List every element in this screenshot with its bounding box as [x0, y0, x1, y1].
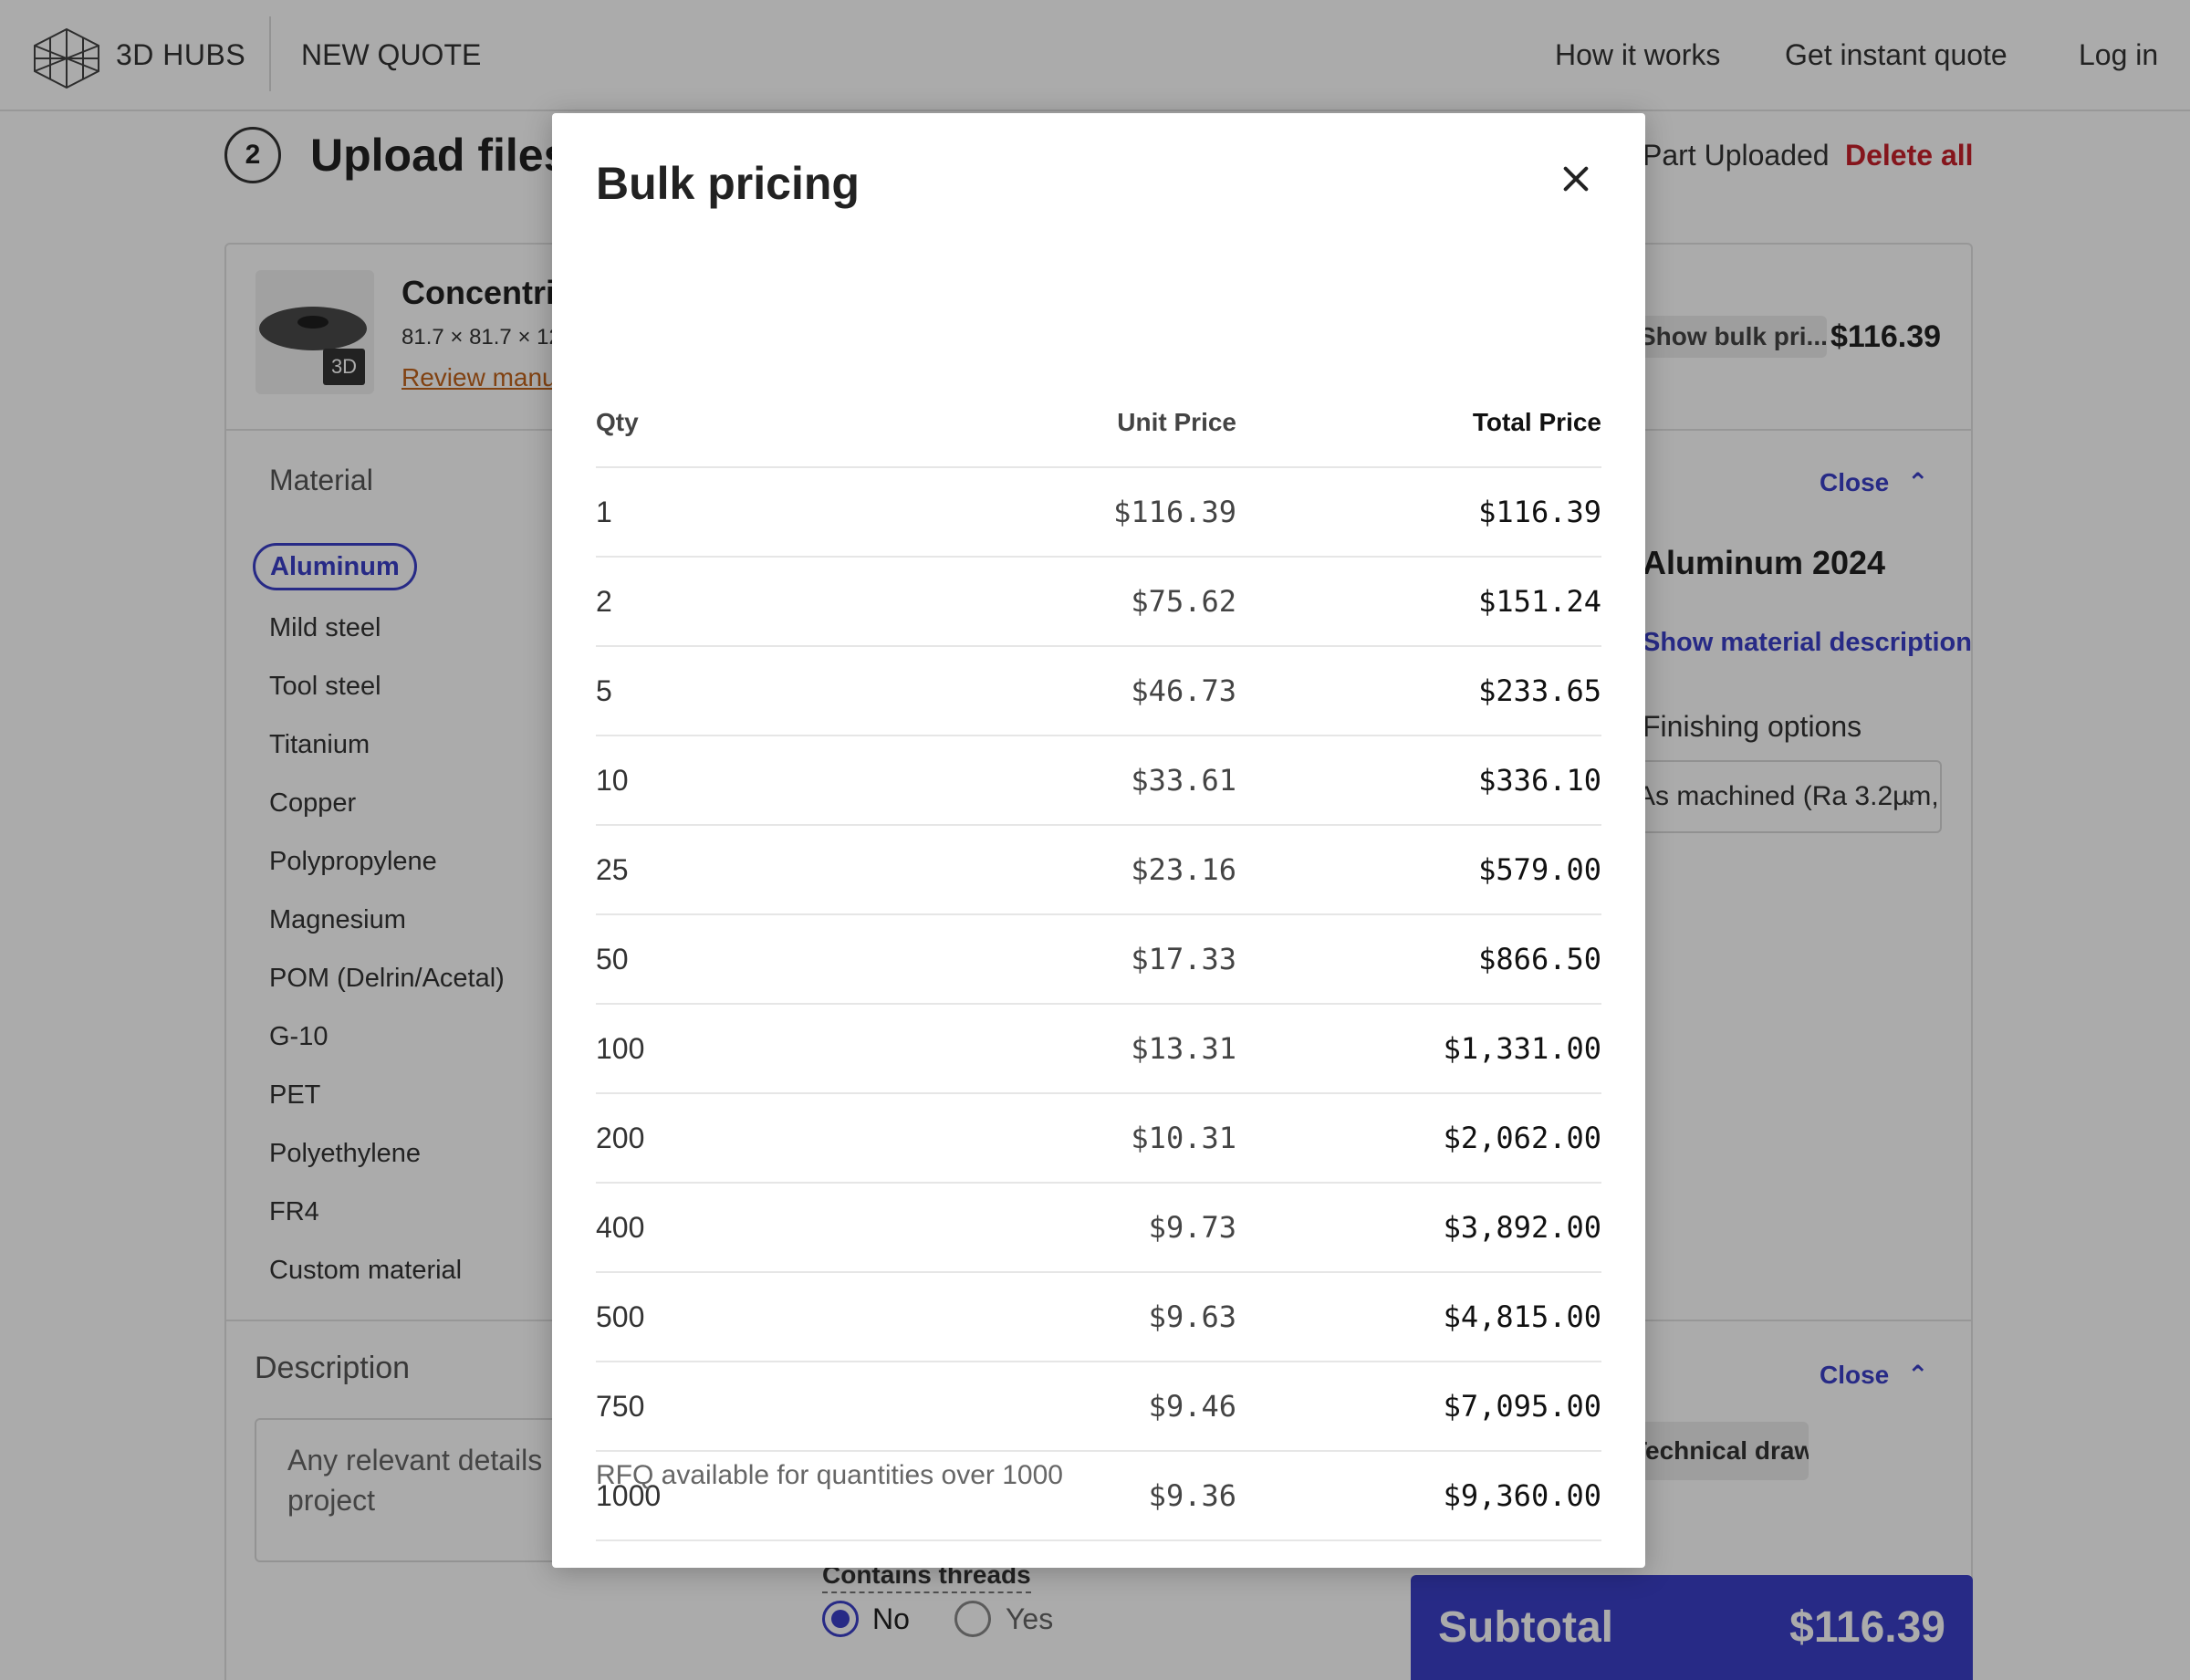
unit-price-cell: $9.46: [943, 1362, 1236, 1452]
total-price-cell: $4,815.00: [1236, 1272, 1601, 1362]
unit-price-cell: $17.33: [943, 914, 1236, 1005]
column-header-qty: Qty: [596, 378, 943, 468]
unit-price-cell: $10.31: [943, 1093, 1236, 1184]
bulk-pricing-modal: Bulk pricing Qty Unit Price Total Price …: [552, 113, 1645, 1568]
total-price-cell: $866.50: [1236, 914, 1601, 1005]
total-price-cell: $2,062.00: [1236, 1093, 1601, 1184]
unit-price-cell: $46.73: [943, 646, 1236, 736]
total-price-cell: $116.39: [1236, 467, 1601, 558]
total-price-cell: $233.65: [1236, 646, 1601, 736]
total-price-cell: $9,360.00: [1236, 1451, 1601, 1541]
table-row: 2 $75.62 $151.24: [596, 557, 1601, 647]
total-price-cell: $151.24: [1236, 557, 1601, 647]
unit-price-cell: $23.16: [943, 825, 1236, 915]
unit-price-cell: $9.73: [943, 1183, 1236, 1273]
unit-price-cell: $75.62: [943, 557, 1236, 647]
qty-cell: 2: [596, 557, 943, 647]
total-price-cell: $336.10: [1236, 736, 1601, 826]
table-row: 50 $17.33 $866.50: [596, 914, 1601, 1005]
table-row: 1 $116.39 $116.39: [596, 467, 1601, 558]
unit-price-cell: $33.61: [943, 736, 1236, 826]
qty-cell: 200: [596, 1093, 943, 1184]
total-price-cell: $3,892.00: [1236, 1183, 1601, 1273]
qty-cell: 5: [596, 646, 943, 736]
table-row: 10 $33.61 $336.10: [596, 736, 1601, 826]
unit-price-cell: $9.63: [943, 1272, 1236, 1362]
qty-cell: 500: [596, 1272, 943, 1362]
qty-cell: 1: [596, 467, 943, 558]
unit-price-cell: $116.39: [943, 467, 1236, 558]
total-price-cell: $7,095.00: [1236, 1362, 1601, 1452]
qty-cell: 10: [596, 736, 943, 826]
table-row: 25 $23.16 $579.00: [596, 825, 1601, 915]
column-header-total-price: Total Price: [1236, 378, 1601, 468]
total-price-cell: $579.00: [1236, 825, 1601, 915]
qty-cell: 750: [596, 1362, 943, 1452]
qty-cell: 100: [596, 1004, 943, 1094]
modal-title: Bulk pricing: [596, 158, 860, 209]
table-row: 400 $9.73 $3,892.00: [596, 1183, 1601, 1273]
table-row: 750 $9.46 $7,095.00: [596, 1362, 1601, 1452]
qty-cell: 400: [596, 1183, 943, 1273]
table-header-row: Qty Unit Price Total Price: [596, 378, 1601, 468]
column-header-unit-price: Unit Price: [943, 378, 1236, 468]
close-icon[interactable]: [1554, 157, 1600, 203]
total-price-cell: $1,331.00: [1236, 1004, 1601, 1094]
table-row: 5 $46.73 $233.65: [596, 646, 1601, 736]
table-row: 500 $9.63 $4,815.00: [596, 1272, 1601, 1362]
table-row: 100 $13.31 $1,331.00: [596, 1004, 1601, 1094]
rfq-note: RFQ available for quantities over 1000: [596, 1460, 1063, 1490]
bulk-pricing-table: Qty Unit Price Total Price 1 $116.39 $116.…: [596, 378, 1601, 1541]
unit-price-cell: $13.31: [943, 1004, 1236, 1094]
qty-cell: 25: [596, 825, 943, 915]
qty-cell: 50: [596, 914, 943, 1005]
table-row: 200 $10.31 $2,062.00: [596, 1093, 1601, 1184]
